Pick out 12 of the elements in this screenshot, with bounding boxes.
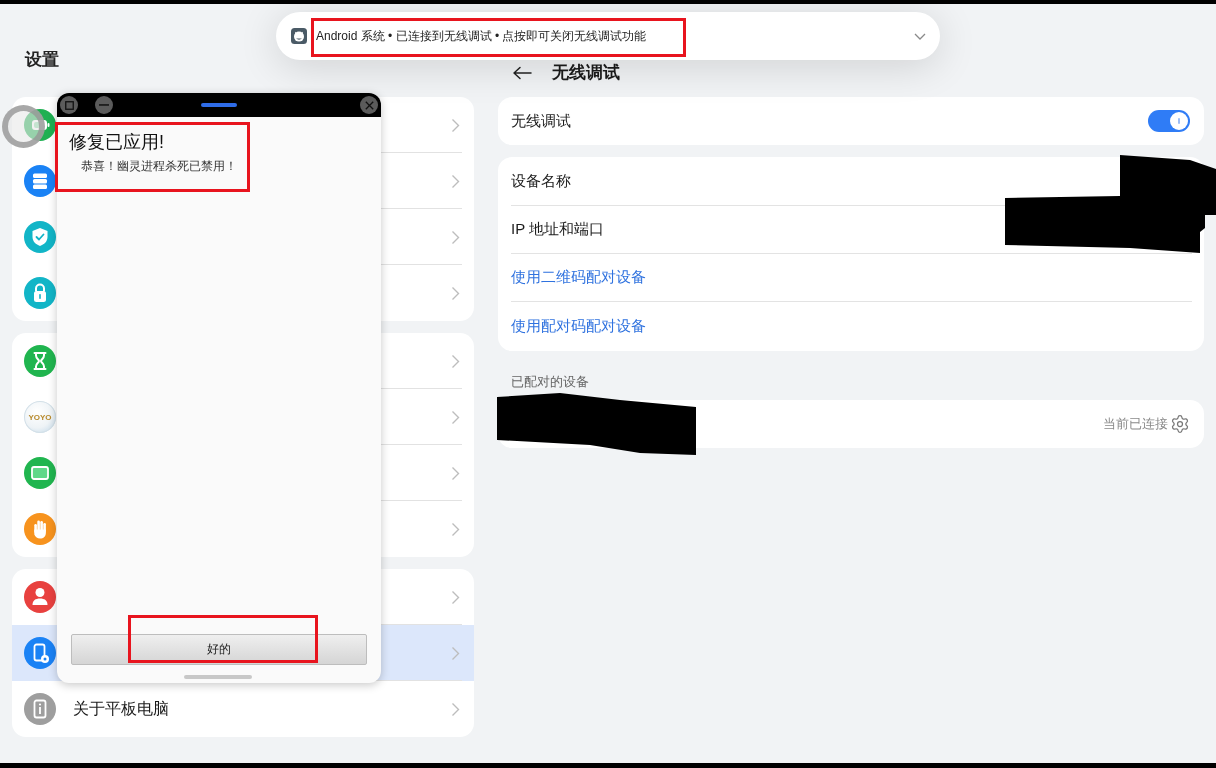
section-label: 已配对的设备 [511, 373, 589, 391]
connection-status: 当前已连接 [1103, 415, 1168, 433]
settings-item-label: 关于平板电脑 [73, 698, 169, 719]
dialog-title: 修复已应用! [69, 131, 164, 153]
orb-logo: YOYO [24, 401, 56, 433]
setting-label: 设备名称 [511, 172, 571, 191]
sidebar-title: 设置 [25, 49, 59, 71]
setting-label: IP 地址和端口 [511, 220, 605, 239]
setting-label: 无线调试 [511, 111, 571, 131]
dialog-message: 恭喜！幽灵进程杀死已禁用！ [81, 158, 237, 175]
page-title: 无线调试 [552, 62, 620, 84]
notification-text: Android 系统 • 已连接到无线调试 • 点按即可关闭无线调试功能 [316, 27, 647, 45]
